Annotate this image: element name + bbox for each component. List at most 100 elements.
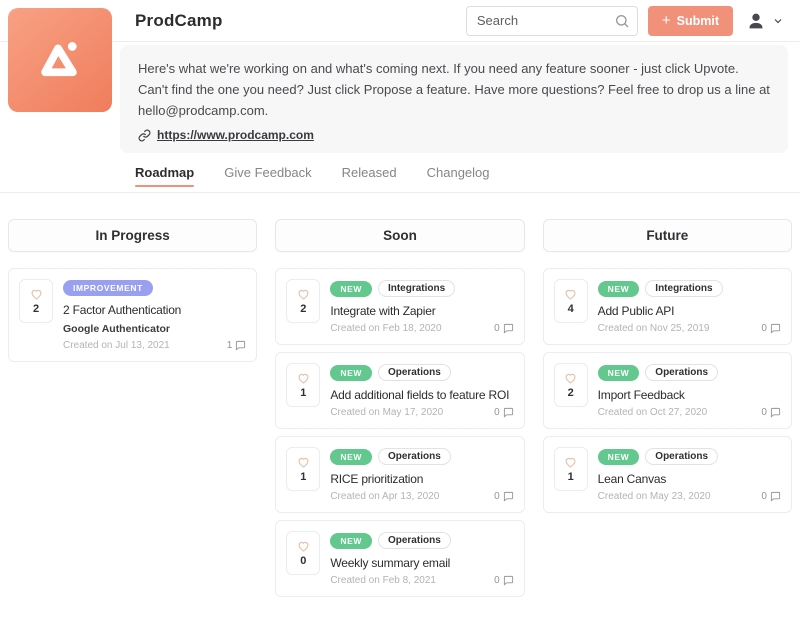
created-date: Created on Feb 18, 2020 [330,323,441,334]
comment-bubble-icon [503,407,514,418]
status-badge: NEW [598,281,640,297]
column-future: Future 4 NEW Integrations Add Public API… [543,219,792,520]
comment-count-value: 0 [494,407,500,418]
vote-count: 1 [300,471,306,483]
vote-count: 1 [300,387,306,399]
category-tag: Operations [645,364,718,381]
vote-count: 0 [300,555,306,567]
comment-count[interactable]: 0 [494,407,514,418]
upvote-button[interactable]: 1 [286,447,320,491]
comment-count-value: 0 [494,491,500,502]
upvote-button[interactable]: 2 [286,279,320,323]
card-title: Lean Canvas [598,472,781,486]
tab-label: Changelog [427,165,490,180]
feature-card[interactable]: 2 NEW Integrations Integrate with Zapier… [275,268,524,345]
comment-count-value: 0 [761,407,767,418]
feature-card[interactable]: 1 NEW Operations RICE prioritization Cre… [275,436,524,513]
website-link[interactable]: https://www.prodcamp.com [157,128,314,142]
comment-bubble-icon [503,491,514,502]
feature-card[interactable]: 1 NEW Operations Lean Canvas Created on … [543,436,792,513]
upvote-button[interactable]: 2 [19,279,53,323]
user-menu[interactable] [743,8,786,34]
created-date: Created on Jul 13, 2021 [63,340,170,351]
card-title: Integrate with Zapier [330,304,513,318]
roadmap-board: In Progress 2 IMPROVEMENT 2 Factor Authe… [0,193,800,618]
tab-changelog[interactable]: Changelog [427,165,490,180]
tab-give-feedback[interactable]: Give Feedback [224,165,311,180]
status-badge: NEW [598,365,640,381]
vote-count: 2 [568,387,574,399]
category-tag: Operations [645,448,718,465]
search-input[interactable] [466,6,638,36]
created-date: Created on Apr 13, 2020 [330,491,439,502]
comment-count-value: 0 [761,491,767,502]
comment-count-value: 0 [494,575,500,586]
comment-count[interactable]: 0 [761,323,781,334]
comment-bubble-icon [503,575,514,586]
feature-card[interactable]: 2 NEW Operations Import Feedback Created… [543,352,792,429]
column-in-progress: In Progress 2 IMPROVEMENT 2 Factor Authe… [8,219,257,369]
heart-icon [29,287,44,301]
comment-count[interactable]: 0 [494,575,514,586]
created-date: Created on May 23, 2020 [598,491,711,502]
created-date: Created on Oct 27, 2020 [598,407,708,418]
status-badge: IMPROVEMENT [63,280,153,296]
comment-count[interactable]: 0 [494,491,514,502]
feature-card[interactable]: 1 NEW Operations Add additional fields t… [275,352,524,429]
heart-icon [563,371,578,385]
upvote-button[interactable]: 1 [554,447,588,491]
upvote-button[interactable]: 1 [286,363,320,407]
comment-count-value: 0 [761,323,767,334]
comment-count[interactable]: 0 [494,323,514,334]
category-tag: Operations [378,364,451,381]
feature-card[interactable]: 4 NEW Integrations Add Public API Create… [543,268,792,345]
status-badge: NEW [330,365,372,381]
card-title: Add Public API [598,304,781,318]
top-bar: ProdCamp + Submit [0,0,800,42]
status-badge: NEW [330,449,372,465]
heart-icon [296,371,311,385]
tabs-bar: Roadmap Give Feedback Released Changelog [0,165,800,193]
submit-button-label: Submit [677,14,719,28]
card-title: Import Feedback [598,388,781,402]
comment-count[interactable]: 0 [761,491,781,502]
upvote-button[interactable]: 0 [286,531,320,575]
column-soon: Soon 2 NEW Integrations Integrate with Z… [275,219,524,604]
card-title: Weekly summary email [330,556,513,570]
link-icon [138,129,151,142]
created-date: Created on Nov 25, 2019 [598,323,710,334]
heart-icon [296,539,311,553]
upvote-button[interactable]: 2 [554,363,588,407]
intro-panel: Here's what we're working on and what's … [120,45,788,153]
submit-button[interactable]: + Submit [648,6,733,36]
comment-bubble-icon [770,407,781,418]
created-date: Created on May 17, 2020 [330,407,443,418]
heart-icon [296,287,311,301]
user-icon [745,10,767,32]
heart-icon [296,455,311,469]
tab-released[interactable]: Released [342,165,397,180]
comment-count[interactable]: 0 [761,407,781,418]
column-cards: 2 NEW Integrations Integrate with Zapier… [275,268,524,597]
comment-bubble-icon [235,340,246,351]
feature-card[interactable]: 2 IMPROVEMENT 2 Factor Authentication Go… [8,268,257,362]
category-tag: Integrations [378,280,455,297]
tab-roadmap[interactable]: Roadmap [135,165,194,180]
created-date: Created on Feb 8, 2021 [330,575,436,586]
page-title: ProdCamp [135,11,223,31]
upvote-button[interactable]: 4 [554,279,588,323]
card-title: Add additional fields to feature ROI [330,388,513,402]
prodcamp-logo-icon [29,29,91,91]
category-tag: Operations [378,448,451,465]
column-cards: 2 IMPROVEMENT 2 Factor Authentication Go… [8,268,257,362]
vote-count: 2 [33,303,39,315]
heart-icon [563,455,578,469]
vote-count: 1 [568,471,574,483]
tab-label: Roadmap [135,165,194,180]
comment-count-value: 1 [227,340,233,351]
feature-card[interactable]: 0 NEW Operations Weekly summary email Cr… [275,520,524,597]
prodcamp-logo [8,8,112,112]
card-subtitle: Google Authenticator [63,323,246,335]
comment-count[interactable]: 1 [227,340,247,351]
column-header: Soon [275,219,524,252]
